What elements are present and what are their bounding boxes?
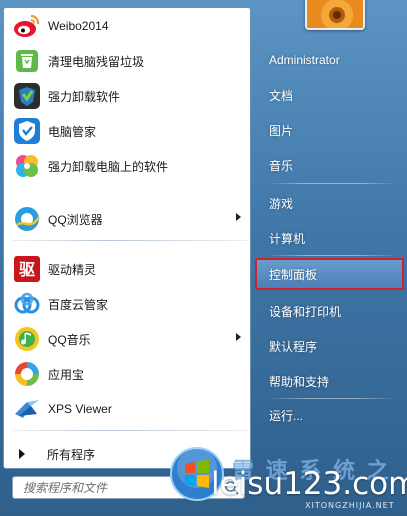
link-music[interactable]: 音乐 <box>262 152 402 178</box>
qq-music-icon <box>12 324 42 354</box>
program-item-app-store[interactable]: 应用宝 <box>7 358 249 390</box>
link-label: Administrator <box>269 53 340 67</box>
link-label: 运行... <box>269 408 304 423</box>
link-label: 游戏 <box>269 196 294 211</box>
submenu-arrow-icon[interactable] <box>236 213 241 221</box>
program-label: 电脑管家 <box>48 124 97 139</box>
program-item-qq-browser[interactable]: QQ浏览器 <box>7 203 249 235</box>
link-label: 文档 <box>269 88 294 103</box>
program-item-pc-manager[interactable]: 电脑管家 <box>7 115 249 147</box>
link-computer[interactable]: 计算机 <box>262 225 402 251</box>
link-pictures[interactable]: 图片 <box>262 117 402 143</box>
program-label: Weibo2014 <box>48 19 109 33</box>
driver-genius-icon: 驱 <box>12 254 42 284</box>
link-label: 计算机 <box>269 231 306 246</box>
right-separator <box>266 255 398 256</box>
pinned-separator <box>12 240 248 241</box>
program-label: 百度云管家 <box>48 297 109 312</box>
program-item-uninstaller[interactable]: 强力卸载软件 <box>7 80 249 112</box>
program-item-baidu-cloud[interactable]: 百度云管家 <box>7 288 249 320</box>
program-item-cleaner[interactable]: 清理电脑残留垃圾 <box>7 45 249 77</box>
program-item-driver-genius[interactable]: 驱 驱动精灵 <box>7 253 249 285</box>
link-label: 设备和打印机 <box>269 304 342 319</box>
program-item-xps-viewer[interactable]: XPS Viewer <box>7 393 249 425</box>
program-label: 强力卸载软件 <box>48 89 121 104</box>
watermark-site: leisu123.com <box>211 466 407 502</box>
link-label: 图片 <box>269 123 294 138</box>
link-label: 控制面板 <box>269 267 318 282</box>
svg-text:驱: 驱 <box>19 260 35 279</box>
pc-manager-shield-icon <box>12 116 42 146</box>
program-item-qq-music[interactable]: QQ音乐 <box>7 323 249 355</box>
program-item-weibo[interactable]: Weibo2014 <box>7 10 249 42</box>
expand-arrow-icon <box>19 449 25 459</box>
submenu-arrow-icon[interactable] <box>236 333 241 341</box>
program-label: QQ浏览器 <box>48 212 103 227</box>
xps-viewer-icon <box>12 394 42 424</box>
program-label: 清理电脑残留垃圾 <box>48 54 145 69</box>
link-label: 默认程序 <box>269 339 318 354</box>
link-help-support[interactable]: 帮助和支持 <box>262 368 402 394</box>
programs-panel: Weibo2014 清理电脑残留垃圾 强力卸载软件 电脑管家 强力卸载电脑上的软… <box>3 7 251 469</box>
link-devices-printers[interactable]: 设备和打印机 <box>262 298 402 324</box>
recent-separator <box>12 430 248 431</box>
watermark-small: XITONGZHIJIA.NET <box>305 501 395 510</box>
link-run[interactable]: 运行... <box>262 402 402 428</box>
program-label: XPS Viewer <box>48 402 112 416</box>
right-separator <box>266 398 398 399</box>
uninstaller-icon <box>12 81 42 111</box>
program-item-uninstall-pc[interactable]: 强力卸载电脑上的软件 <box>7 150 249 182</box>
user-account-picture[interactable] <box>305 0 365 30</box>
qq-browser-icon <box>12 204 42 234</box>
link-administrator[interactable]: Administrator <box>262 47 402 73</box>
app-store-icon <box>12 359 42 389</box>
program-label: 强力卸载电脑上的软件 <box>48 159 169 174</box>
recycle-bin-icon <box>12 46 42 76</box>
program-label: 应用宝 <box>48 367 85 382</box>
baidu-cloud-icon <box>12 289 42 319</box>
colorful-clover-icon <box>12 151 42 181</box>
weibo-icon <box>12 11 42 41</box>
start-menu: Weibo2014 清理电脑残留垃圾 强力卸载软件 电脑管家 强力卸载电脑上的软… <box>0 0 407 516</box>
link-default-programs[interactable]: 默认程序 <box>262 333 402 359</box>
link-label: 音乐 <box>269 158 294 173</box>
all-programs-label: 所有程序 <box>47 447 96 462</box>
right-separator <box>266 183 398 184</box>
link-games[interactable]: 游戏 <box>262 190 402 216</box>
link-label: 帮助和支持 <box>269 374 330 389</box>
link-documents[interactable]: 文档 <box>262 82 402 108</box>
link-control-panel[interactable]: 控制面板 <box>255 258 404 290</box>
program-label: 驱动精灵 <box>48 262 97 277</box>
program-label: QQ音乐 <box>48 332 91 347</box>
